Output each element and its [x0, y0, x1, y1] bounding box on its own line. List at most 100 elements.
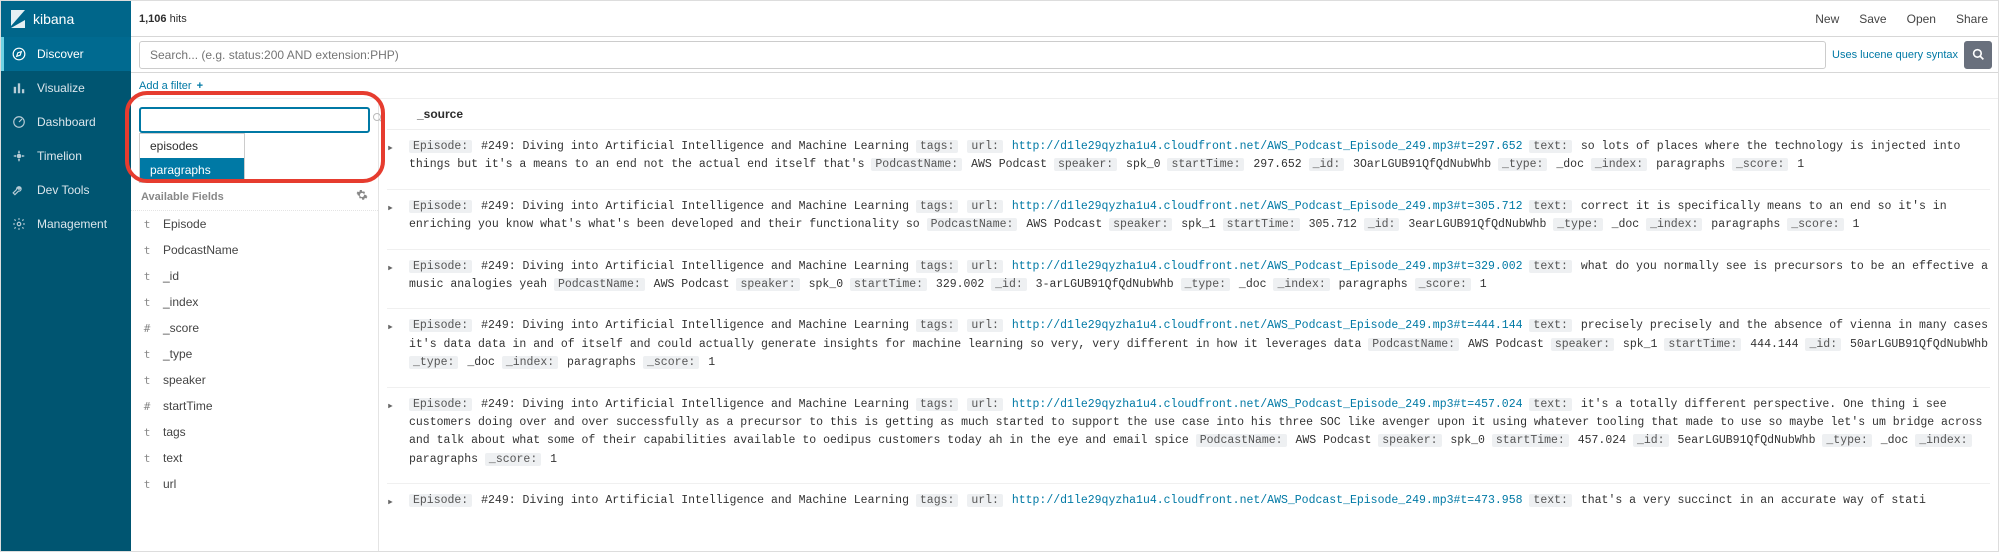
field-name: _score: [163, 321, 199, 335]
field-name: url: [163, 477, 176, 491]
fields-settings-button[interactable]: [356, 189, 368, 204]
field-type-icon: t: [141, 374, 153, 387]
nav-label: Dev Tools: [37, 183, 89, 197]
url-link[interactable]: http://d1le29qyzha1u4.cloudfront.net/AWS…: [1012, 319, 1523, 332]
field-url[interactable]: turl: [131, 471, 378, 497]
action-open[interactable]: Open: [1897, 1, 1946, 37]
brand[interactable]: kibana: [1, 1, 131, 37]
field-name: _index: [163, 295, 198, 309]
search-icon: [372, 112, 384, 127]
field-speaker[interactable]: tspeaker: [131, 367, 378, 393]
nav-label: Visualize: [37, 81, 85, 95]
query-input[interactable]: [139, 41, 1826, 69]
field-type-icon: t: [141, 348, 153, 361]
gauge-icon: [11, 114, 27, 130]
gear-icon: [11, 216, 27, 232]
wrench-icon: [11, 182, 27, 198]
index-option-paragraphs[interactable]: paragraphs: [140, 158, 244, 182]
document-row: ▸Episode: #249: Diving into Artificial I…: [387, 483, 1990, 526]
fields-sidebar: episodes paragraphs Available Fields t Ep…: [131, 99, 379, 551]
field-name: Episode: [163, 217, 206, 231]
field-_index[interactable]: t_index: [131, 289, 378, 315]
document-source: Episode: #249: Diving into Artificial In…: [409, 317, 1990, 372]
document-source: Episode: #249: Diving into Artificial In…: [409, 138, 1990, 175]
document-source: Episode: #249: Diving into Artificial In…: [409, 396, 1990, 470]
hit-count: 1,106 hits: [139, 13, 201, 25]
field-name: startTime: [163, 399, 213, 413]
document-row: ▸Episode: #249: Diving into Artificial I…: [387, 308, 1990, 386]
document-source: Episode: #249: Diving into Artificial In…: [409, 198, 1990, 235]
nav-label: Dashboard: [37, 115, 96, 129]
url-link[interactable]: http://d1le29qyzha1u4.cloudfront.net/AWS…: [1012, 260, 1523, 273]
nav-label: Timelion: [37, 149, 82, 163]
nav-dashboard[interactable]: Dashboard: [1, 105, 131, 139]
document-list: ▸Episode: #249: Diving into Artificial I…: [387, 130, 1990, 526]
expand-toggle[interactable]: ▸: [387, 396, 409, 470]
top-bar: 1,106 hits New Save Open Share: [131, 1, 1998, 37]
field-type-icon: t: [141, 244, 153, 257]
body: episodes paragraphs Available Fields t Ep…: [131, 99, 1998, 551]
url-link[interactable]: http://d1le29qyzha1u4.cloudfront.net/AWS…: [1012, 140, 1523, 153]
nav-devtools[interactable]: Dev Tools: [1, 173, 131, 207]
search-icon: [1972, 48, 1985, 61]
side-nav: kibana Discover Visualize Dashboard Time…: [1, 1, 131, 551]
nav-discover[interactable]: Discover: [1, 37, 131, 71]
plus-icon: +: [197, 80, 203, 92]
field-_type[interactable]: t_type: [131, 341, 378, 367]
field-Episode[interactable]: t Episode: [131, 211, 378, 237]
expand-toggle[interactable]: ▸: [387, 198, 409, 235]
field-type-icon: t: [141, 452, 153, 465]
nav-timelion[interactable]: Timelion: [1, 139, 131, 173]
filter-bar: Add a filter +: [131, 73, 1998, 99]
bar-chart-icon: [11, 80, 27, 96]
field-PodcastName[interactable]: tPodcastName: [131, 237, 378, 263]
index-pattern-box: episodes paragraphs: [139, 107, 370, 133]
compass-icon: [11, 46, 27, 62]
field-startTime[interactable]: # startTime: [131, 393, 378, 419]
lion-icon: [11, 148, 27, 164]
url-link[interactable]: http://d1le29qyzha1u4.cloudfront.net/AWS…: [1012, 398, 1523, 411]
document-row: ▸Episode: #249: Diving into Artificial I…: [387, 130, 1990, 189]
query-bar: Uses lucene query syntax: [131, 37, 1998, 73]
field-type-icon: t: [141, 426, 153, 439]
field-name: text: [163, 451, 182, 465]
field-type-icon: t: [141, 218, 153, 231]
expand-toggle[interactable]: ▸: [387, 138, 409, 175]
nav-label: Management: [37, 217, 107, 231]
nav-management[interactable]: Management: [1, 207, 131, 241]
document-source: Episode: #249: Diving into Artificial In…: [409, 258, 1990, 295]
action-share[interactable]: Share: [1946, 1, 1998, 37]
field-name: _id: [163, 269, 179, 283]
field-_id[interactable]: t_id: [131, 263, 378, 289]
add-filter-link[interactable]: Add a filter +: [139, 80, 203, 92]
action-new[interactable]: New: [1805, 1, 1849, 37]
url-link[interactable]: http://d1le29qyzha1u4.cloudfront.net/AWS…: [1012, 200, 1523, 213]
document-row: ▸Episode: #249: Diving into Artificial I…: [387, 387, 1990, 484]
expand-toggle[interactable]: ▸: [387, 258, 409, 295]
index-pattern-input[interactable]: [139, 107, 370, 133]
field-type-icon: #: [141, 322, 153, 335]
available-fields-label: Available Fields: [141, 191, 224, 203]
lucene-syntax-link[interactable]: Uses lucene query syntax: [1832, 49, 1958, 61]
main-area: 1,106 hits New Save Open Share Uses luce…: [131, 1, 1998, 551]
brand-label: kibana: [33, 11, 74, 27]
field-list: tEpisodetPodcastNamet_idt_index#_scoret_…: [131, 211, 378, 497]
hit-number: 1,106: [139, 13, 167, 25]
field-tags[interactable]: ttags: [131, 419, 378, 445]
expand-toggle[interactable]: ▸: [387, 492, 409, 512]
index-pattern-dropdown: episodes paragraphs: [139, 133, 245, 183]
field-type-icon: t: [141, 478, 153, 491]
document-row: ▸Episode: #249: Diving into Artificial I…: [387, 189, 1990, 249]
url-link[interactable]: http://d1le29qyzha1u4.cloudfront.net/AWS…: [1012, 494, 1523, 507]
field-text[interactable]: ttext: [131, 445, 378, 471]
action-save[interactable]: Save: [1849, 1, 1896, 37]
search-button[interactable]: [1964, 41, 1992, 69]
nav-visualize[interactable]: Visualize: [1, 71, 131, 105]
field-name: tags: [163, 425, 186, 439]
nav-label: Discover: [37, 47, 84, 61]
field-type-icon: #: [141, 400, 153, 413]
top-actions: New Save Open Share: [1805, 1, 1998, 37]
index-option-episodes[interactable]: episodes: [140, 134, 244, 158]
expand-toggle[interactable]: ▸: [387, 317, 409, 372]
field-_score[interactable]: # _score: [131, 315, 378, 341]
